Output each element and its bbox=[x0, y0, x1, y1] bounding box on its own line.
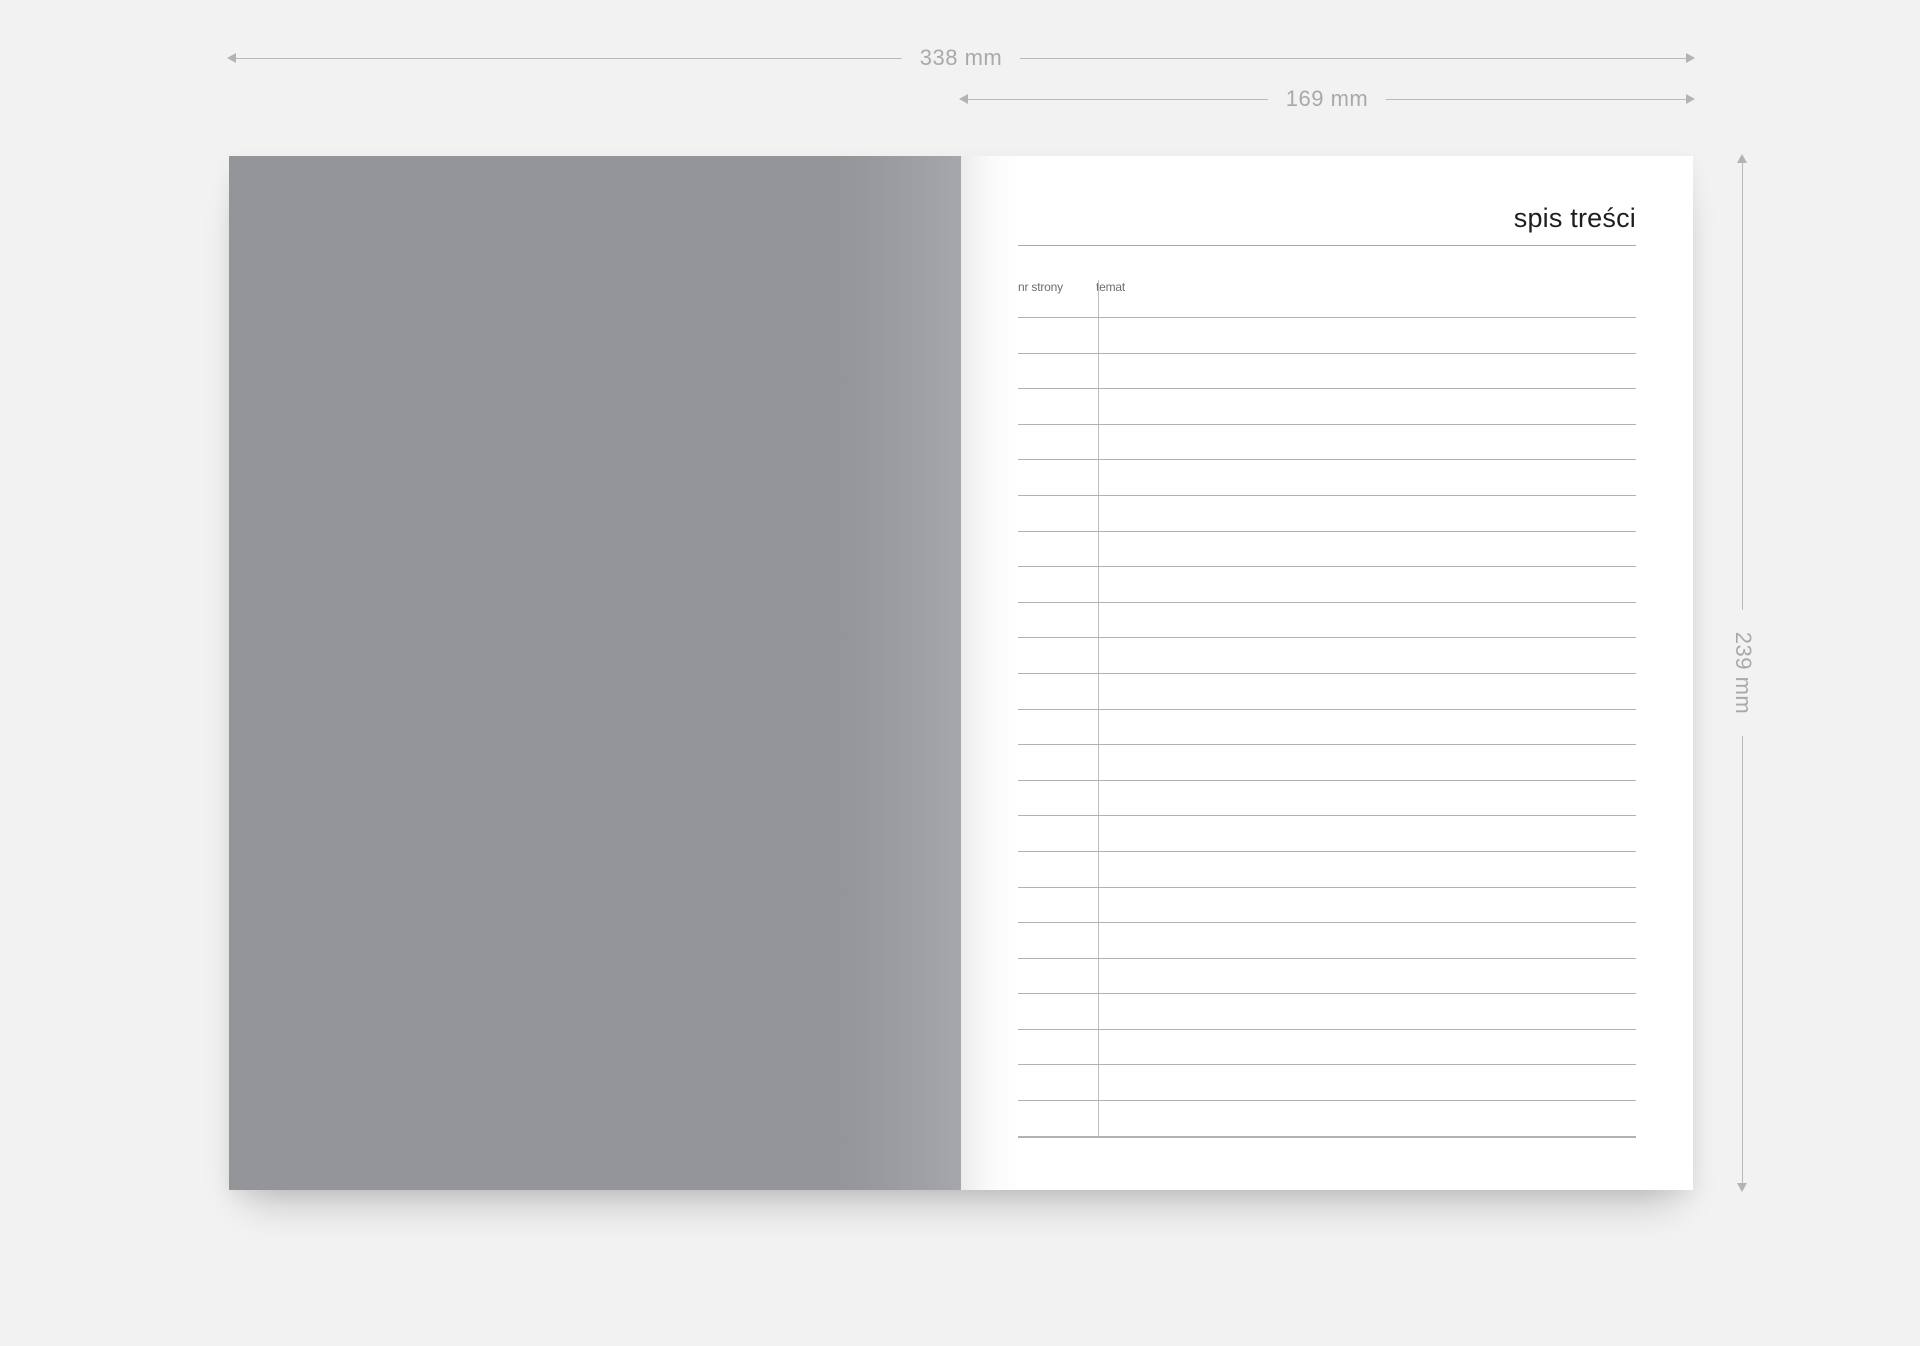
ruled-line bbox=[1018, 886, 1636, 923]
ruled-line bbox=[1018, 708, 1636, 745]
ruled-line bbox=[1018, 494, 1636, 531]
ruled-line bbox=[1018, 993, 1636, 1029]
ruled-line bbox=[1018, 1135, 1636, 1138]
arrow-down-icon bbox=[1737, 1183, 1747, 1192]
page-width-label: 169 mm bbox=[1267, 88, 1387, 110]
title-rule bbox=[1018, 245, 1636, 246]
ruled-line bbox=[1018, 317, 1636, 353]
column-header-topic: temat bbox=[1096, 280, 1126, 294]
height-dimension: 239 mm bbox=[1731, 154, 1756, 1192]
ruled-line bbox=[1018, 388, 1636, 424]
ruled-line bbox=[1018, 352, 1636, 389]
ruled-line bbox=[1018, 637, 1636, 673]
total-width-label: 338 mm bbox=[901, 47, 1021, 69]
total-width-dimension: 338 mm bbox=[227, 47, 1695, 69]
inside-cover bbox=[229, 156, 961, 1190]
arrow-right-icon bbox=[1686, 94, 1695, 104]
ruled-line bbox=[1018, 779, 1636, 816]
ruled-line bbox=[1018, 1028, 1636, 1065]
contents-page: spis treści nr strony temat bbox=[961, 156, 1693, 1190]
ruled-line bbox=[1018, 530, 1636, 567]
page-width-dimension: 169 mm bbox=[959, 88, 1695, 110]
column-header-page-number: nr strony bbox=[1018, 280, 1063, 294]
ruled-line bbox=[1018, 850, 1636, 887]
arrow-up-icon bbox=[1737, 154, 1747, 163]
ruled-line bbox=[1018, 423, 1636, 460]
mockup-stage: 338 mm 169 mm 239 mm spis treści nr stro… bbox=[0, 0, 1920, 1346]
ruled-line bbox=[1018, 1100, 1636, 1136]
ruled-line bbox=[1018, 601, 1636, 638]
ruled-line bbox=[1018, 1064, 1636, 1100]
ruled-line bbox=[1018, 672, 1636, 709]
arrow-right-icon bbox=[1686, 53, 1695, 63]
arrow-left-icon bbox=[959, 94, 968, 104]
notebook-spread: spis treści nr strony temat bbox=[229, 156, 1693, 1190]
arrow-left-icon bbox=[227, 53, 236, 63]
page-title: spis treści bbox=[1513, 203, 1636, 233]
ruled-line bbox=[1018, 459, 1636, 495]
contents-rows bbox=[1018, 317, 1636, 1138]
ruled-line bbox=[1018, 922, 1636, 958]
ruled-line bbox=[1018, 744, 1636, 780]
ruled-line bbox=[1018, 566, 1636, 602]
ruled-line bbox=[1018, 957, 1636, 994]
height-label: 239 mm bbox=[1731, 609, 1756, 737]
ruled-line bbox=[1018, 815, 1636, 851]
